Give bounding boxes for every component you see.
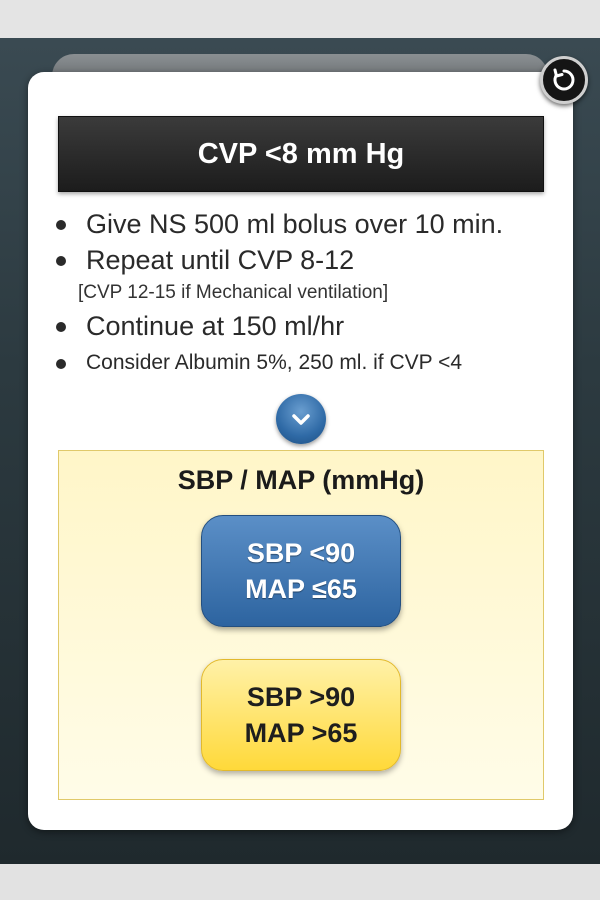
list-item: Repeat until CVP 8-12 [50,242,550,278]
list-item: Give NS 500 ml bolus over 10 min. [50,206,550,242]
normal-pressure-button[interactable]: SBP >90 MAP >65 [201,659,401,771]
bullet-icon [56,256,66,266]
choice-line: MAP ≤65 [245,574,357,604]
instruction-text: Repeat until CVP 8-12 [86,245,355,275]
instruction-text: Consider Albumin 5%, 250 ml. if CVP <4 [86,351,463,374]
bottom-strip [0,864,600,900]
bullet-icon [56,220,66,230]
choice-line: SBP <90 [246,538,356,568]
bullet-icon [56,359,66,369]
page-title: CVP <8 mm Hg [58,116,544,192]
back-button[interactable] [540,56,588,104]
low-pressure-button[interactable]: SBP <90 MAP ≤65 [201,515,401,627]
instruction-text: Continue at 150 ml/hr [86,311,345,341]
decision-title: SBP / MAP (mmHg) [177,465,425,495]
bullet-icon [56,322,66,332]
choice-line: MAP >65 [244,718,358,748]
instruction-text: Give NS 500 ml bolus over 10 min. [86,209,504,239]
instruction-list: Give NS 500 ml bolus over 10 min. Repeat… [50,206,550,378]
top-strip [0,0,600,38]
instruction-note: [CVP 12-15 if Mechanical ventilation] [78,282,389,303]
chevron-down-icon [292,414,310,425]
choice-line: SBP >90 [246,682,356,712]
decision-panel: SBP / MAP (mmHg) SBP <90 MAP ≤65 SBP >90… [58,450,544,800]
list-item: Consider Albumin 5%, 250 ml. if CVP <4 [50,348,550,378]
expand-button[interactable] [276,394,326,444]
back-arrow-icon [553,68,575,91]
list-item: Continue at 150 ml/hr [50,308,550,344]
